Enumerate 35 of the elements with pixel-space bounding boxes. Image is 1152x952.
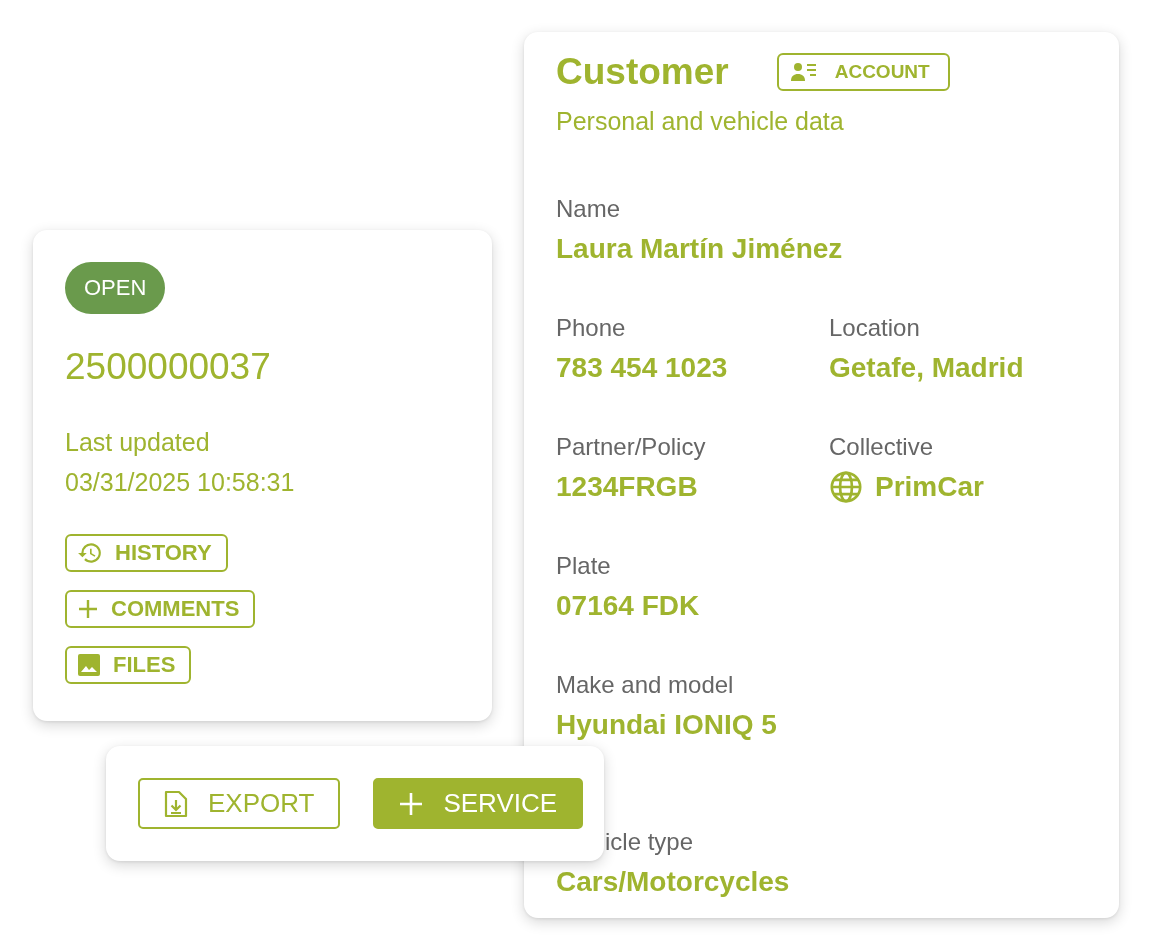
history-button[interactable]: HISTORY bbox=[65, 534, 228, 572]
last-updated-label: Last updated bbox=[65, 427, 211, 458]
field-label: Plate bbox=[556, 551, 612, 581]
order-number: 2500000037 bbox=[65, 345, 272, 389]
add-service-button[interactable]: SERVICE bbox=[373, 778, 584, 829]
account-icon bbox=[790, 62, 817, 82]
export-button[interactable]: EXPORT bbox=[138, 778, 341, 829]
field-value: Cars/Motorcycles bbox=[556, 865, 790, 899]
field-value: 783 454 1023 bbox=[556, 351, 728, 385]
field-label: Phone bbox=[556, 313, 627, 343]
account-button[interactable]: ACCOUNT bbox=[776, 53, 950, 91]
customer-subtitle: Personal and vehicle data bbox=[556, 106, 845, 136]
comments-button[interactable]: COMMENTS bbox=[65, 590, 256, 628]
plus-icon bbox=[77, 598, 99, 620]
field-label: Collective bbox=[829, 432, 935, 462]
download-file-icon bbox=[164, 789, 188, 818]
field-value: Hyundai IONIQ 5 bbox=[556, 708, 777, 742]
plus-icon bbox=[399, 791, 424, 816]
field-value: Laura Martín Jiménez bbox=[556, 232, 843, 266]
status-badge: OPEN bbox=[65, 262, 166, 314]
field-label: Location bbox=[829, 313, 921, 343]
field-label: Partner/Policy bbox=[556, 432, 707, 462]
globe-icon bbox=[829, 470, 863, 504]
files-button[interactable]: FILES bbox=[65, 646, 192, 684]
field-label: Make and model bbox=[556, 670, 735, 700]
field-label: icle type bbox=[604, 827, 695, 857]
image-icon bbox=[77, 653, 101, 677]
field-label: Name bbox=[556, 194, 622, 224]
last-updated-value: 03/31/2025 10:58:31 bbox=[65, 467, 296, 498]
history-icon bbox=[77, 540, 103, 566]
customer-title: Customer bbox=[556, 50, 729, 94]
field-value: 1234FRGB bbox=[556, 470, 698, 504]
field-value: PrimCar bbox=[875, 470, 984, 504]
field-value: 07164 FDK bbox=[556, 589, 700, 623]
field-value: Getafe, Madrid bbox=[829, 351, 1024, 385]
